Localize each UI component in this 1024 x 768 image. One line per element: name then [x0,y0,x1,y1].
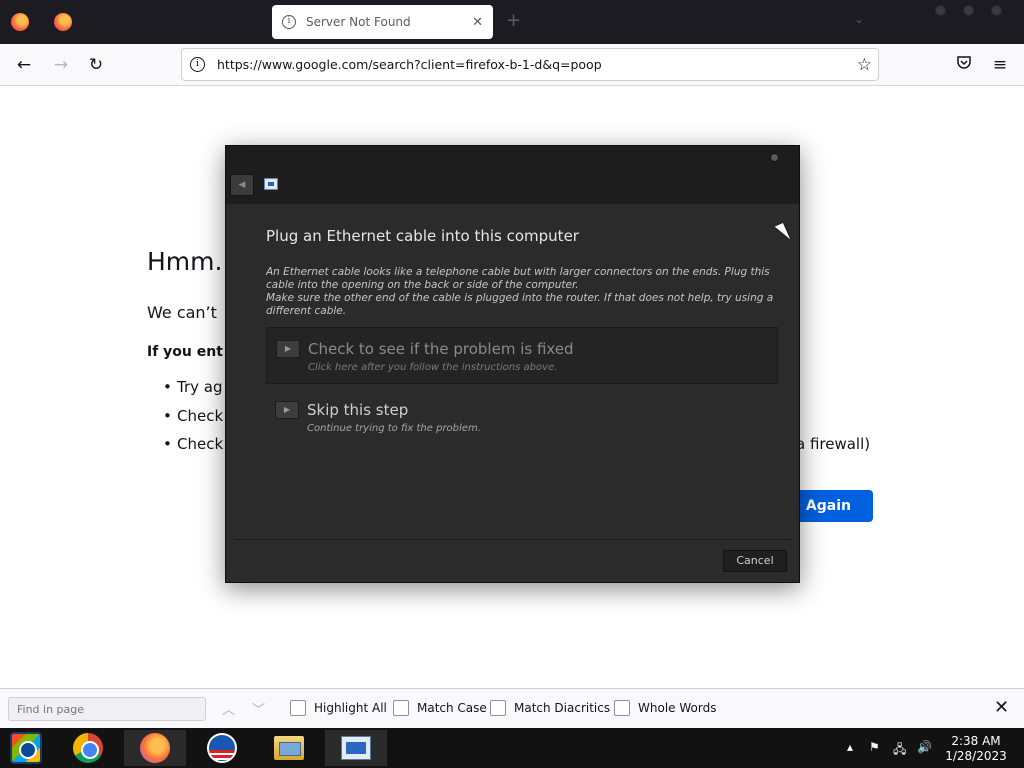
site-info-icon[interactable]: i [190,57,205,72]
checkbox-label: Match Diacritics [514,701,611,715]
find-previous-icon[interactable]: ︿ [222,699,235,718]
option-title: Check to see if the problem is fixed [308,340,574,358]
network-error-icon[interactable]: 🖧 [893,740,906,761]
obama-logo-icon [207,733,237,763]
forward-arrow-icon[interactable]: → [50,54,72,76]
hamburger-menu-icon[interactable]: ≡ [989,54,1011,76]
pinned-tab-firefox-2[interactable] [49,8,77,36]
instruction-line: Make sure the other end of the cable is … [266,292,774,317]
cancel-button[interactable]: Cancel [723,550,787,572]
info-icon: i [282,15,296,29]
action-center-flag-icon[interactable]: ⚑ [869,740,880,754]
tab-strip: i Server Not Found ✕ + ⌄ [0,0,1024,44]
dialog-header: ◀ [226,146,799,204]
checkbox-box[interactable] [614,700,630,716]
start-button[interactable] [0,730,52,766]
match-case-checkbox[interactable]: Match Case [393,700,487,716]
checkbox-label: Whole Words [638,701,717,715]
firefox-icon [140,733,170,763]
instruction-line: An Ethernet cable looks like a telephone… [266,266,770,291]
tab-list-chevron-icon[interactable]: ⌄ [854,12,864,26]
maximize-button[interactable] [963,5,974,16]
find-input[interactable] [8,697,206,721]
firefox-icon [54,13,72,31]
checkbox-box[interactable] [290,700,306,716]
match-diacritics-checkbox[interactable]: Match Diacritics [490,700,610,716]
taskbar-network-diagnostics[interactable] [325,730,387,766]
reload-icon[interactable]: ↻ [85,54,107,76]
option-subtitle: Click here after you follow the instruct… [308,362,558,373]
pocket-icon[interactable] [953,54,975,76]
clock-date: 1/28/2023 [945,749,1007,763]
pinned-tab-firefox-1[interactable] [6,8,34,36]
network-icon [264,178,278,190]
checkbox-box[interactable] [393,700,409,716]
firefox-icon [11,13,29,31]
volume-icon[interactable]: 🔊 [917,740,932,754]
url-bar[interactable]: i https://www.google.com/search?client=f… [181,48,879,81]
close-window-button[interactable] [991,5,1002,16]
divider [234,539,791,540]
highlight-all-checkbox[interactable]: Highlight All [290,700,387,716]
close-tab-icon[interactable]: ✕ [472,15,483,30]
active-tab[interactable]: i Server Not Found ✕ [272,5,493,39]
dialog-instructions: An Ethernet cable looks like a telephone… [266,266,778,318]
minimize-button[interactable] [935,5,946,16]
system-clock[interactable]: 2:38 AM 1/28/2023 [936,734,1016,764]
error-title: Hmm. [147,247,223,276]
checkbox-label: Match Case [417,701,487,715]
error-description: We can’t [147,303,217,322]
network-diagnostics-icon [341,736,371,760]
taskbar-firefox[interactable] [124,730,186,766]
dialog-close-button[interactable] [770,153,779,162]
suggestion-tail: a firewall) [796,435,871,453]
skip-step-option[interactable]: ▶ Skip this step Continue trying to fix … [266,389,778,446]
checkbox-label: Highlight All [314,701,387,715]
chrome-icon [73,733,103,763]
taskbar: ▴ ⚑ 🖧 🔊 2:38 AM 1/28/2023 [0,728,1024,768]
check-problem-fixed-option[interactable]: ▶ Check to see if the problem is fixed C… [266,327,778,384]
find-next-icon[interactable]: ﹀ [252,699,265,718]
back-arrow-icon[interactable]: ← [13,54,35,76]
clock-time: 2:38 AM [951,734,1001,748]
option-subtitle: Continue trying to fix the problem. [307,423,481,434]
windows-start-icon [10,732,42,764]
tab-title: Server Not Found [306,15,411,29]
error-bold-line: If you ent [147,344,223,360]
folder-icon [274,736,304,760]
taskbar-chrome[interactable] [57,730,119,766]
dialog-heading: Plug an Ethernet cable into this compute… [266,227,579,245]
checkbox-box[interactable] [490,700,506,716]
network-diagnostics-dialog: ◀ Plug an Ethernet cable into this compu… [225,145,800,583]
close-icon[interactable]: ✕ [994,697,1009,718]
arrow-right-icon: ▶ [276,340,300,358]
option-title: Skip this step [307,401,409,419]
arrow-right-icon: ▶ [275,401,299,419]
url-text[interactable]: https://www.google.com/search?client=fir… [217,57,857,72]
back-arrow-icon[interactable]: ◀ [230,174,254,196]
show-hidden-icons-icon[interactable]: ▴ [847,740,853,754]
navigation-bar: ← → ↻ i https://www.google.com/search?cl… [0,44,1024,86]
find-bar: ︿ ﹀ Highlight All Match Case Match Diacr… [0,688,1024,728]
taskbar-obama-app[interactable] [191,730,253,766]
whole-words-checkbox[interactable]: Whole Words [614,700,716,716]
star-icon[interactable]: ☆ [857,55,872,75]
taskbar-file-explorer[interactable] [258,730,320,766]
new-tab-icon[interactable]: + [506,10,521,31]
